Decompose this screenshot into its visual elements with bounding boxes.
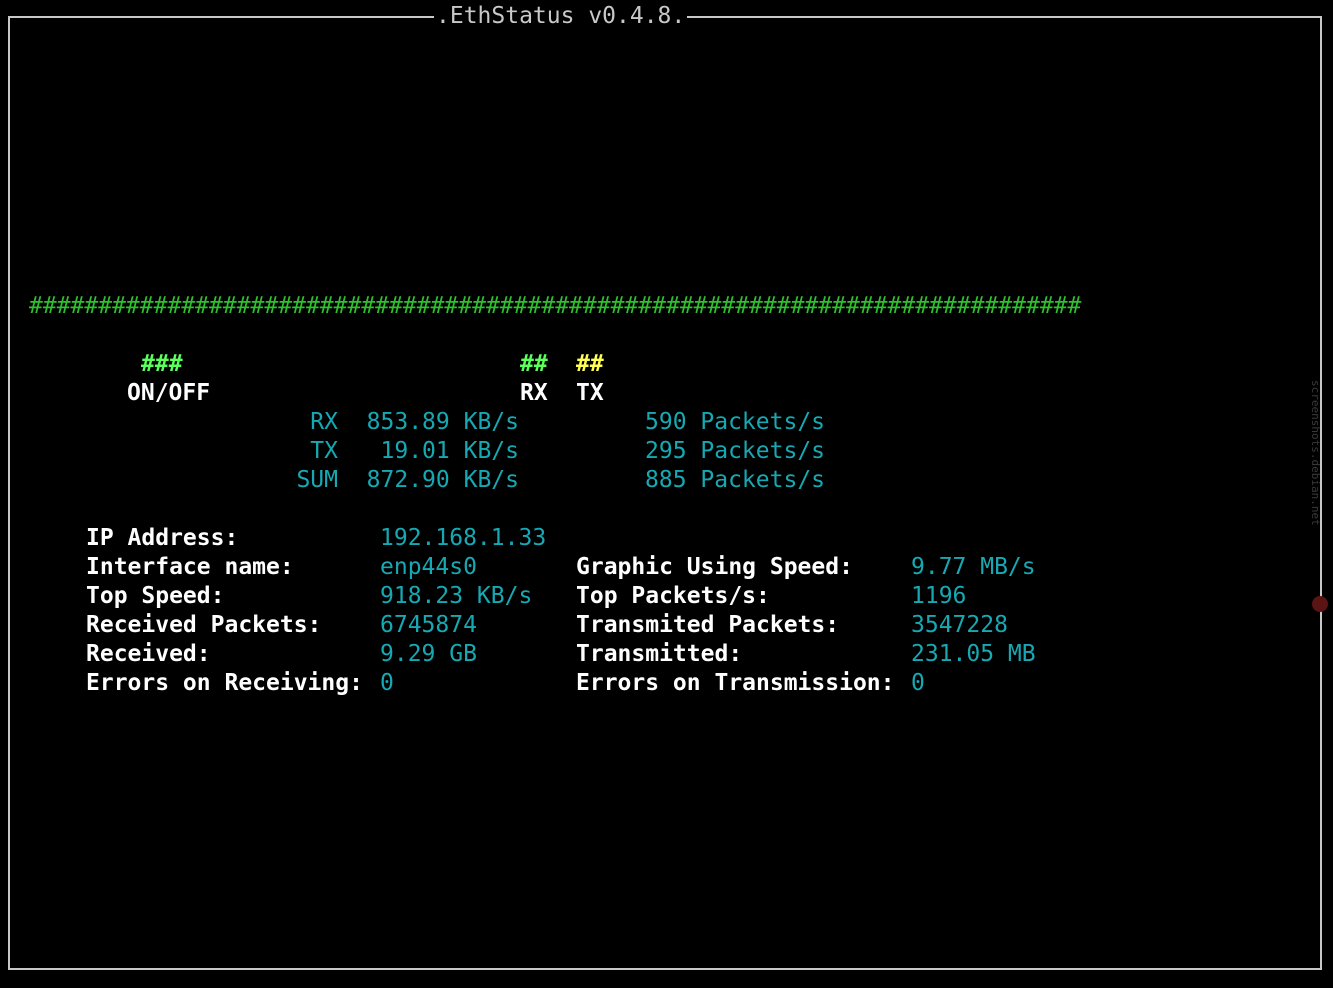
interface-name-label: Interface name:: [86, 554, 294, 580]
speed-sum-label: SUM: [296, 467, 338, 493]
ip-address-value: 192.168.1.33: [380, 525, 547, 551]
speed-tx-value: 19.01 KB/s: [380, 438, 519, 464]
watermark: screenshots.debian.net: [1312, 380, 1322, 526]
transmitted-value: 231.05 MB: [911, 641, 1036, 667]
received-packets-label: Received Packets:: [86, 612, 322, 638]
speed-rx-packets: 590 Packets/s: [645, 409, 826, 435]
transmitted-label: Transmitted:: [576, 641, 743, 667]
window-title: .EthStatus v0.4.8.: [434, 2, 688, 31]
speed-tx-label: TX: [310, 438, 338, 464]
errors-receiving-label: Errors on Receiving:: [86, 670, 363, 696]
received-value: 9.29 GB: [380, 641, 477, 667]
transmited-packets-label: Transmited Packets:: [576, 612, 840, 638]
watermark-logo-icon: [1312, 596, 1328, 612]
errors-receiving-value: 0: [380, 670, 394, 696]
speed-rx-value: 853.89 KB/s: [366, 409, 519, 435]
graphic-speed-label: Graphic Using Speed:: [576, 554, 853, 580]
top-packets-label: Top Packets/s:: [576, 583, 770, 609]
legend-rx-label: RX: [520, 380, 548, 406]
ip-address-label: IP Address:: [86, 525, 239, 551]
errors-transmission-value: 0: [911, 670, 925, 696]
speed-sum-packets: 885 Packets/s: [645, 467, 826, 493]
transmited-packets-value: 3547228: [911, 612, 1008, 638]
top-speed-value: 918.23 KB/s: [380, 583, 533, 609]
legend-tx-label: TX: [576, 380, 604, 406]
received-packets-value: 6745874: [380, 612, 477, 638]
top-speed-label: Top Speed:: [86, 583, 225, 609]
received-label: Received:: [86, 641, 211, 667]
legend-rx-marks: ##: [520, 351, 548, 377]
traffic-graph-bar: ########################################…: [29, 293, 1082, 319]
errors-transmission-label: Errors on Transmission:: [576, 670, 895, 696]
speed-tx-packets: 295 Packets/s: [645, 438, 826, 464]
interface-name-value: enp44s0: [380, 554, 477, 580]
top-packets-value: 1196: [911, 583, 967, 609]
legend-tx-marks: ##: [576, 351, 604, 377]
graphic-speed-value: 9.77 MB/s: [911, 554, 1036, 580]
legend-onoff-marks: ###: [141, 351, 183, 377]
speed-rx-label: RX: [310, 409, 338, 435]
speed-sum-value: 872.90 KB/s: [366, 467, 519, 493]
legend-onoff-label: ON/OFF: [127, 380, 211, 406]
